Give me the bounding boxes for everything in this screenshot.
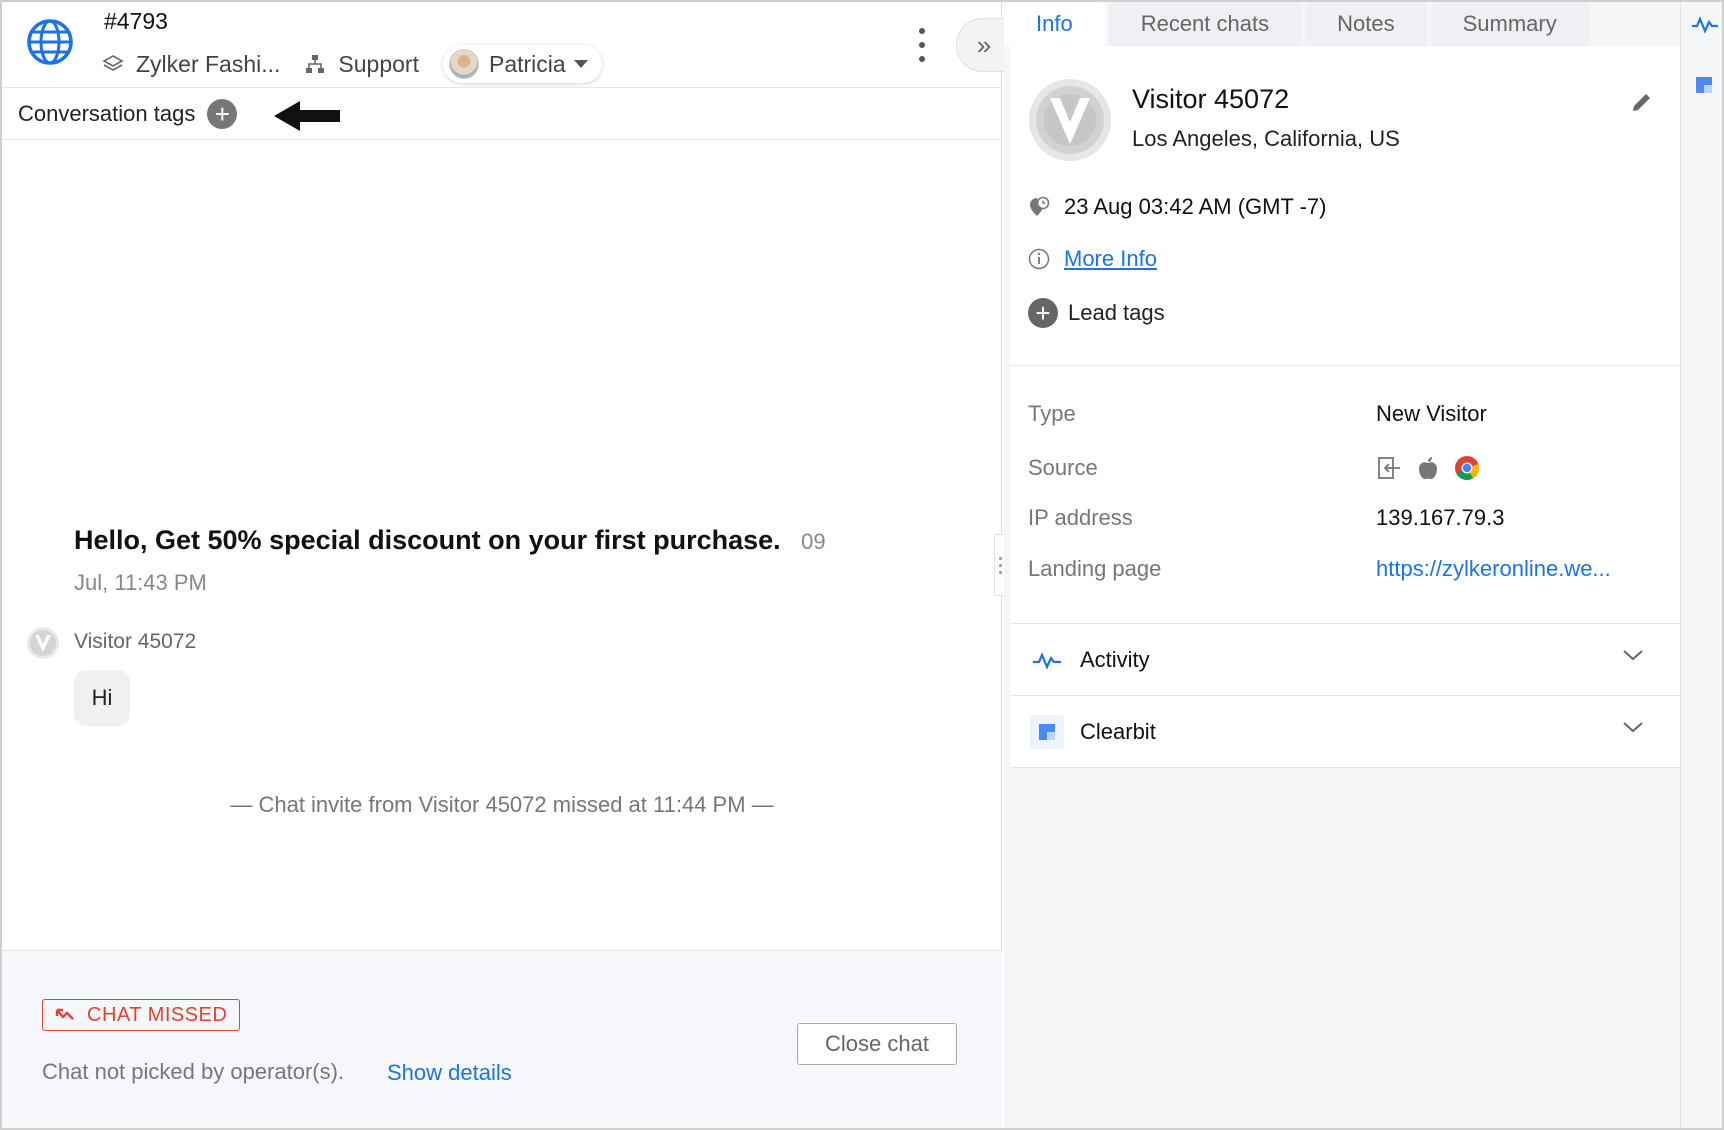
app-rail — [1680, 2, 1722, 1128]
landing-label: Landing page — [1028, 556, 1162, 581]
location-clock-icon — [1030, 196, 1050, 216]
add-lead-tag-icon[interactable]: + — [1028, 298, 1058, 328]
type-label: Type — [1028, 401, 1076, 426]
source-label: Source — [1028, 455, 1098, 480]
activity-section[interactable]: Activity — [1010, 624, 1680, 696]
chat-meta: Zylker Fashi... Support Patricia — [102, 46, 602, 82]
ip-value: 139.167.79.3 — [1376, 505, 1505, 530]
conversation-tags-row: Conversation tags + — [2, 88, 1002, 140]
system-message: Hello, Get 50% special discount on your … — [74, 525, 834, 596]
info-icon — [1028, 248, 1050, 270]
add-tag-icon[interactable]: + — [207, 98, 238, 129]
tab-recent-chats[interactable]: Recent chats — [1108, 2, 1302, 46]
caret-down-icon — [573, 60, 588, 68]
conversation-tags-label: Conversation tags — [18, 100, 196, 126]
ip-label: IP address — [1028, 505, 1133, 530]
department-name: Support — [338, 50, 419, 77]
tab-notes[interactable]: Notes — [1305, 2, 1427, 46]
visitor-location: Los Angeles, California, US — [1132, 126, 1400, 151]
chat-footer: CHAT MISSED Chat not picked by operator(… — [2, 950, 1002, 1128]
visitor-avatar-large — [1029, 79, 1111, 161]
direct-entry-icon — [1378, 457, 1400, 479]
chevron-down-icon — [1623, 650, 1643, 661]
pulse-icon — [1030, 643, 1064, 677]
chat-missed-badge: CHAT MISSED — [42, 999, 241, 1031]
visitor-local-time: 23 Aug 03:42 AM (GMT -7) — [1028, 194, 1327, 220]
tab-summary[interactable]: Summary — [1430, 2, 1589, 46]
more-options-icon[interactable] — [916, 28, 928, 62]
detail-landing-page: Landing page https://zylkeronline.we... — [1028, 554, 1668, 584]
clearbit-icon[interactable] — [1695, 76, 1713, 94]
department-item[interactable]: Support — [304, 51, 419, 78]
info-tabs: Info Recent chats Notes Summary — [1004, 2, 1680, 46]
system-message-text: Hello, Get 50% special discount on your … — [74, 525, 781, 555]
brand-item[interactable]: Zylker Fashi... — [102, 51, 280, 78]
visitor-datetime: 23 Aug 03:42 AM (GMT -7) — [1064, 194, 1327, 219]
visitor-message-name: Visitor 45072 — [74, 630, 197, 653]
chat-header: #4793 Zylker Fashi... Support Patricia — [2, 2, 1002, 88]
chrome-icon — [1455, 456, 1480, 481]
chat-pane: #4793 Zylker Fashi... Support Patricia »… — [2, 2, 1012, 1128]
visitor-details: Type New Visitor Source IP address 139.1… — [1010, 366, 1680, 624]
missed-call-icon — [55, 1008, 74, 1020]
detail-ip: IP address 139.167.79.3 — [1028, 503, 1668, 533]
message-bubble: Hi — [74, 670, 130, 726]
visitor-avatar — [27, 627, 59, 659]
clearbit-icon — [1030, 714, 1064, 749]
visitor-name: Visitor 45072 — [1132, 84, 1290, 114]
operator-selector[interactable]: Patricia — [443, 45, 602, 83]
chevron-down-icon — [1623, 722, 1643, 733]
operator-name: Patricia — [488, 50, 566, 77]
close-chat-button[interactable]: Close chat — [797, 1023, 957, 1065]
more-info-link[interactable]: More Info — [1064, 246, 1157, 272]
footer-note: Chat not picked by operator(s). — [42, 1059, 345, 1084]
tab-info[interactable]: Info — [1004, 2, 1105, 46]
layers-icon — [102, 55, 124, 71]
pencil-icon[interactable] — [1630, 90, 1654, 114]
clearbit-label: Clearbit — [1080, 718, 1156, 744]
landing-page-link[interactable]: https://zylkeronline.we... — [1376, 556, 1611, 582]
source-icons — [1376, 455, 1494, 481]
show-details-link[interactable]: Show details — [387, 1060, 512, 1086]
system-message-time: 09 — [801, 529, 826, 554]
lead-tags-label: Lead tags — [1068, 300, 1165, 325]
chat-missed-label: CHAT MISSED — [87, 1003, 228, 1026]
app-window: #4793 Zylker Fashi... Support Patricia »… — [0, 0, 1724, 1130]
info-panel: Info Recent chats Notes Summary Visitor … — [1004, 2, 1680, 1128]
chat-id: #4793 — [104, 8, 168, 34]
clearbit-section[interactable]: Clearbit — [1010, 696, 1680, 768]
type-value: New Visitor — [1376, 401, 1487, 426]
brand-name: Zylker Fashi... — [136, 50, 281, 77]
missed-invite-notice: — Chat invite from Visitor 45072 missed … — [230, 792, 774, 817]
activity-label: Activity — [1080, 646, 1150, 672]
visitor-info-card: Visitor 45072 Los Angeles, California, U… — [1010, 46, 1680, 366]
more-info-row: More Info — [1028, 246, 1157, 272]
operator-avatar — [448, 49, 479, 79]
system-message-time-cont: Jul, 11:43 PM — [74, 570, 207, 595]
detail-type: Type New Visitor — [1028, 399, 1668, 429]
detail-source: Source — [1028, 453, 1668, 483]
pulse-icon[interactable] — [1691, 14, 1719, 34]
apple-icon — [1419, 457, 1437, 480]
globe-icon — [27, 19, 73, 65]
org-chart-icon — [306, 55, 325, 73]
lead-tags-row[interactable]: + Lead tags — [1028, 298, 1165, 328]
pointer-arrow-icon — [274, 101, 340, 131]
